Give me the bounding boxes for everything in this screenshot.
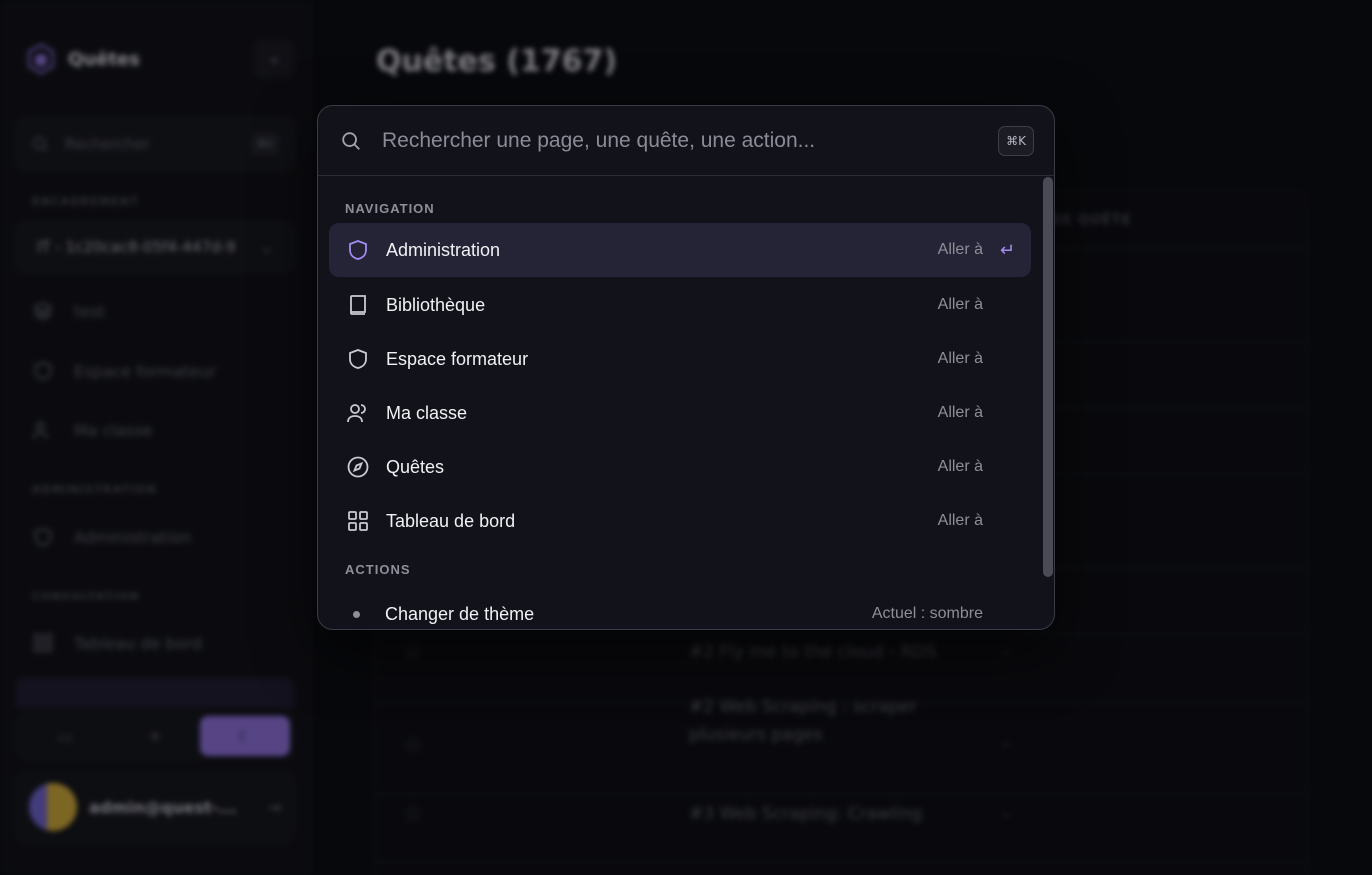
palette-shortcut-badge: ⌘K <box>998 125 1034 156</box>
shield-icon <box>349 349 367 369</box>
command-hint: Aller à <box>937 404 983 421</box>
command-label: Bibliothèque <box>386 294 486 315</box>
command-label: Administration <box>386 239 501 260</box>
command-changer-theme[interactable]: Changer de thème Actuel : sombre <box>329 587 1031 629</box>
command-tableau-de-bord[interactable]: Tableau de bord Aller à <box>329 494 1031 548</box>
command-hint: Aller à <box>937 241 983 258</box>
command-hint: Aller à <box>937 296 983 313</box>
palette-search-input[interactable] <box>382 128 998 153</box>
command-label: Changer de thème <box>385 603 535 624</box>
grid-icon <box>348 511 368 531</box>
search-icon <box>342 131 360 150</box>
command-espace-formateur[interactable]: Espace formateur Aller à <box>329 332 1031 386</box>
command-label: Quêtes <box>386 456 445 477</box>
command-bibliotheque[interactable]: Bibliothèque Aller à <box>329 278 1031 332</box>
app-root: Quêtes « Rechercher ⌘K ENCADREMENT IT - … <box>0 0 1372 875</box>
command-label: Ma classe <box>386 402 468 423</box>
command-hint: Actuel : sombre <box>871 605 983 622</box>
enter-icon: ↵ <box>999 239 1015 261</box>
palette-search-bar: ⌘K <box>318 106 1054 176</box>
command-hint: Aller à <box>937 458 983 475</box>
command-administration[interactable]: Administration Aller à ↵ <box>329 223 1031 277</box>
command-ma-classe[interactable]: Ma classe Aller à <box>329 386 1031 440</box>
group-label-navigation: NAVIGATION <box>345 201 435 216</box>
command-label: Tableau de bord <box>386 510 516 531</box>
users-icon <box>347 404 366 423</box>
group-label-actions: ACTIONS <box>345 562 411 577</box>
shield-icon <box>349 240 367 260</box>
command-quetes[interactable]: Quêtes Aller à <box>329 440 1031 494</box>
command-label: Espace formateur <box>386 348 529 369</box>
compass-icon <box>347 456 369 478</box>
book-icon <box>350 295 366 315</box>
command-palette: ⌘K NAVIGATION Administration Aller à ↵ B… <box>317 105 1055 630</box>
bullet-icon <box>353 610 360 618</box>
palette-results: NAVIGATION Administration Aller à ↵ Bibl… <box>318 177 1054 629</box>
command-hint: Aller à <box>937 350 983 367</box>
palette-scrollbar[interactable] <box>1043 177 1053 577</box>
command-hint: Aller à <box>937 512 983 529</box>
